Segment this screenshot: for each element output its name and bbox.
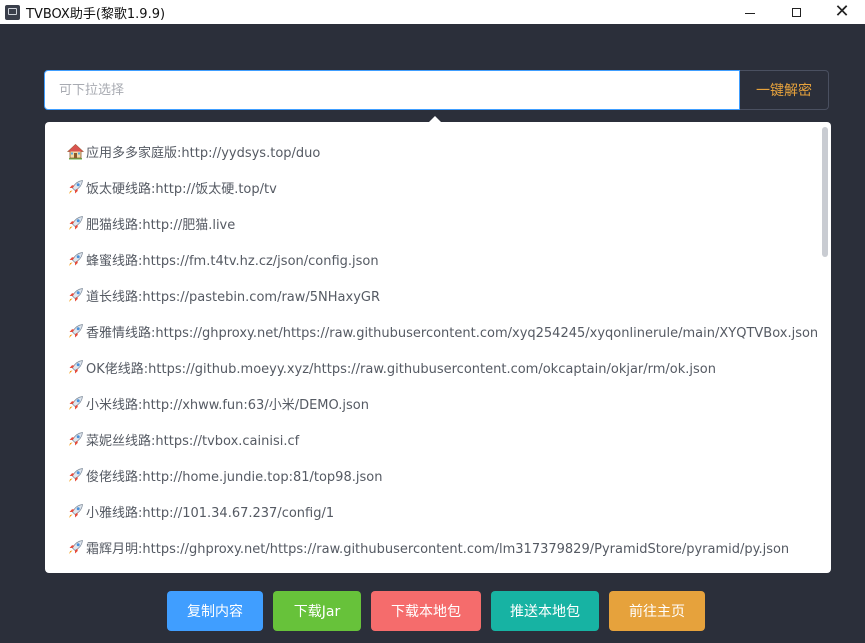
rocket-icon	[67, 539, 84, 556]
dropdown-option[interactable]: OK佬线路:https://github.moeyy.xyz/https://r…	[45, 349, 817, 385]
dropdown-option[interactable]: 霜辉月明:https://ghproxy.net/https://raw.git…	[45, 529, 817, 565]
rocket-icon	[67, 467, 84, 484]
minimize-button[interactable]	[727, 0, 773, 24]
source-select-input[interactable]	[44, 70, 740, 110]
maximize-button[interactable]	[773, 0, 819, 24]
push-local-package-button[interactable]: 推送本地包	[491, 591, 599, 631]
rocket-icon	[67, 215, 84, 232]
dropdown-option-label: 饭太硬线路:http://饭太硬.top/tv	[86, 181, 277, 197]
dropdown-option-label: 香雅情线路:https://ghproxy.net/https://raw.gi…	[86, 325, 817, 341]
title-bar: TVBOX助手(黎歌1.9.9) ✕	[0, 0, 865, 24]
dropdown-option-label: OK佬线路:https://github.moeyy.xyz/https://r…	[86, 361, 716, 377]
window-title: TVBOX助手(黎歌1.9.9)	[26, 6, 166, 22]
dropdown-option-label: 肥猫线路:http://肥猫.live	[86, 217, 236, 233]
select-row: 一键解密	[44, 70, 829, 110]
dropdown-option[interactable]: 饭太硬线路:http://饭太硬.top/tv	[45, 169, 817, 205]
dropdown-option-label: 应用多多家庭版:http://yydsys.top/duo	[86, 145, 321, 161]
close-icon: ✕	[834, 1, 850, 22]
window-controls: ✕	[727, 0, 865, 24]
dropdown-option[interactable]: 肥猫线路:http://肥猫.live	[45, 205, 817, 241]
rocket-icon	[67, 179, 84, 196]
dropdown-list: 应用多多家庭版:http://yydsys.top/duo 饭太硬线路:http:…	[45, 133, 817, 565]
dropdown-option-label: 霜辉月明:https://ghproxy.net/https://raw.git…	[86, 541, 790, 557]
dropdown-option[interactable]: 小雅线路:http://101.34.67.237/config/1	[45, 493, 817, 529]
dropdown-option[interactable]: 菜妮丝线路:https://tvbox.cainisi.cf	[45, 421, 817, 457]
dropdown-option[interactable]: 俊佬线路:http://home.jundie.top:81/top98.jso…	[45, 457, 817, 493]
minimize-icon	[745, 12, 755, 14]
copy-content-button[interactable]: 复制内容	[167, 591, 263, 631]
dropdown-option[interactable]: 道长线路:https://pastebin.com/raw/5NHaxyGR	[45, 277, 817, 313]
app-icon	[5, 4, 20, 20]
dropdown-option-label: 小米线路:http://xhww.fun:63/小米/DEMO.json	[86, 397, 369, 413]
rocket-icon	[67, 395, 84, 412]
dropdown-scrollbar[interactable]	[822, 127, 828, 257]
one-click-decrypt-button[interactable]: 一键解密	[740, 70, 829, 110]
dropdown-option[interactable]: 应用多多家庭版:http://yydsys.top/duo	[45, 133, 817, 169]
source-dropdown: 应用多多家庭版:http://yydsys.top/duo 饭太硬线路:http:…	[45, 122, 831, 573]
dropdown-option-label: 小雅线路:http://101.34.67.237/config/1	[86, 505, 335, 521]
dropdown-option-label: 菜妮丝线路:https://tvbox.cainisi.cf	[86, 433, 300, 449]
rocket-icon	[67, 431, 84, 448]
maximize-icon	[791, 7, 801, 17]
rocket-icon	[67, 251, 84, 268]
house-icon	[66, 143, 85, 160]
rocket-icon	[67, 503, 84, 520]
dropdown-option[interactable]: 蜂蜜线路:https://fm.t4tv.hz.cz/json/config.j…	[45, 241, 817, 277]
action-button-row: 复制内容 下载Jar 下载本地包 推送本地包 前往主页	[167, 591, 705, 631]
dropdown-option-label: 俊佬线路:http://home.jundie.top:81/top98.jso…	[86, 469, 383, 485]
dropdown-option-label: 道长线路:https://pastebin.com/raw/5NHaxyGR	[86, 289, 380, 305]
rocket-icon	[67, 287, 84, 304]
rocket-icon	[67, 359, 84, 376]
dropdown-option-label: 蜂蜜线路:https://fm.t4tv.hz.cz/json/config.j…	[86, 253, 379, 269]
close-button[interactable]: ✕	[819, 0, 865, 24]
dropdown-option[interactable]: 小米线路:http://xhww.fun:63/小米/DEMO.json	[45, 385, 817, 421]
go-homepage-button[interactable]: 前往主页	[609, 591, 705, 631]
download-jar-button[interactable]: 下载Jar	[273, 591, 361, 631]
dropdown-option[interactable]: 香雅情线路:https://ghproxy.net/https://raw.gi…	[45, 313, 817, 349]
rocket-icon	[67, 323, 84, 340]
download-local-package-button[interactable]: 下载本地包	[371, 591, 481, 631]
